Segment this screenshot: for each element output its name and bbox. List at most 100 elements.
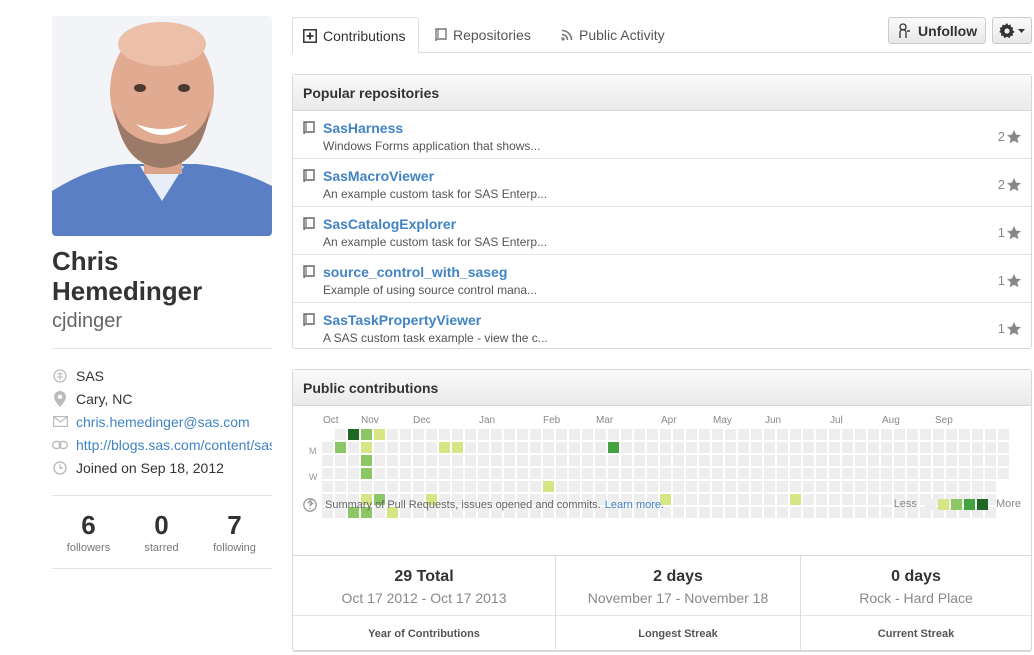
contribution-day-cell[interactable]: [894, 442, 905, 453]
contribution-day-cell[interactable]: [933, 468, 944, 479]
contribution-day-cell[interactable]: [634, 442, 645, 453]
contribution-day-cell[interactable]: [465, 455, 476, 466]
contribution-day-cell[interactable]: [335, 468, 346, 479]
contribution-day-cell[interactable]: [881, 455, 892, 466]
contribution-day-cell[interactable]: [972, 442, 983, 453]
contribution-day-cell[interactable]: [556, 429, 567, 440]
contribution-day-cell[interactable]: [361, 442, 372, 453]
help-icon[interactable]: [303, 498, 317, 512]
contribution-day-cell[interactable]: [764, 481, 775, 492]
contribution-day-cell[interactable]: [673, 429, 684, 440]
contribution-day-cell[interactable]: [920, 442, 931, 453]
tab-repositories[interactable]: Repositories: [435, 17, 531, 53]
contribution-day-cell[interactable]: [426, 429, 437, 440]
contribution-day-cell[interactable]: [569, 481, 580, 492]
learn-more-link[interactable]: Learn more.: [605, 499, 664, 511]
contribution-day-cell[interactable]: [348, 455, 359, 466]
contribution-day-cell[interactable]: [686, 455, 697, 466]
contribution-day-cell[interactable]: [829, 481, 840, 492]
contribution-day-cell[interactable]: [712, 442, 723, 453]
contribution-day-cell[interactable]: [816, 429, 827, 440]
contribution-day-cell[interactable]: [569, 442, 580, 453]
contribution-day-cell[interactable]: [894, 468, 905, 479]
contribution-day-cell[interactable]: [517, 468, 528, 479]
contribution-day-cell[interactable]: [426, 455, 437, 466]
repo-item[interactable]: SasCatalogExplorer An example custom tas…: [293, 207, 1031, 255]
contribution-day-cell[interactable]: [660, 455, 671, 466]
contribution-day-cell[interactable]: [517, 481, 528, 492]
contribution-day-cell[interactable]: [816, 455, 827, 466]
contribution-day-cell[interactable]: [946, 429, 957, 440]
contribution-day-cell[interactable]: [764, 468, 775, 479]
contribution-day-cell[interactable]: [959, 468, 970, 479]
contribution-day-cell[interactable]: [660, 481, 671, 492]
contribution-day-cell[interactable]: [660, 442, 671, 453]
email-link[interactable]: chris.hemedinger@sas.com: [76, 414, 250, 430]
contribution-day-cell[interactable]: [868, 442, 879, 453]
contribution-day-cell[interactable]: [491, 468, 502, 479]
contribution-day-cell[interactable]: [530, 442, 541, 453]
contribution-day-cell[interactable]: [595, 429, 606, 440]
contribution-day-cell[interactable]: [816, 442, 827, 453]
contribution-day-cell[interactable]: [556, 442, 567, 453]
contribution-day-cell[interactable]: [738, 442, 749, 453]
contribution-day-cell[interactable]: [686, 481, 697, 492]
contribution-day-cell[interactable]: [712, 455, 723, 466]
contribution-day-cell[interactable]: [634, 455, 645, 466]
contribution-day-cell[interactable]: [673, 468, 684, 479]
contribution-day-cell[interactable]: [738, 455, 749, 466]
contribution-day-cell[interactable]: [803, 429, 814, 440]
contribution-day-cell[interactable]: [842, 468, 853, 479]
contribution-day-cell[interactable]: [985, 429, 996, 440]
contribution-day-cell[interactable]: [920, 455, 931, 466]
contribution-day-cell[interactable]: [868, 455, 879, 466]
contribution-day-cell[interactable]: [569, 455, 580, 466]
contribution-day-cell[interactable]: [855, 442, 866, 453]
contribution-day-cell[interactable]: [582, 455, 593, 466]
contribution-day-cell[interactable]: [478, 429, 489, 440]
contribution-day-cell[interactable]: [413, 468, 424, 479]
contribution-day-cell[interactable]: [348, 442, 359, 453]
contribution-day-cell[interactable]: [374, 455, 385, 466]
contribution-day-cell[interactable]: [920, 468, 931, 479]
contribution-day-cell[interactable]: [621, 481, 632, 492]
contribution-day-cell[interactable]: [413, 455, 424, 466]
contribution-day-cell[interactable]: [972, 455, 983, 466]
contribution-day-cell[interactable]: [998, 455, 1009, 466]
contribution-day-cell[interactable]: [855, 429, 866, 440]
contribution-day-cell[interactable]: [621, 429, 632, 440]
contribution-day-cell[interactable]: [504, 429, 515, 440]
contribution-day-cell[interactable]: [478, 455, 489, 466]
contribution-day-cell[interactable]: [751, 429, 762, 440]
contribution-day-cell[interactable]: [829, 455, 840, 466]
contribution-day-cell[interactable]: [400, 429, 411, 440]
contribution-day-cell[interactable]: [634, 468, 645, 479]
contribution-day-cell[interactable]: [621, 468, 632, 479]
contribution-day-cell[interactable]: [907, 429, 918, 440]
contribution-day-cell[interactable]: [439, 429, 450, 440]
contribution-day-cell[interactable]: [842, 442, 853, 453]
contribution-day-cell[interactable]: [504, 442, 515, 453]
contribution-day-cell[interactable]: [751, 442, 762, 453]
contribution-day-cell[interactable]: [920, 429, 931, 440]
contribution-day-cell[interactable]: [374, 481, 385, 492]
contribution-day-cell[interactable]: [504, 481, 515, 492]
contribution-day-cell[interactable]: [569, 468, 580, 479]
contribution-day-cell[interactable]: [959, 481, 970, 492]
contribution-day-cell[interactable]: [582, 429, 593, 440]
contribution-day-cell[interactable]: [556, 481, 567, 492]
contribution-day-cell[interactable]: [985, 468, 996, 479]
contribution-day-cell[interactable]: [946, 481, 957, 492]
contribution-day-cell[interactable]: [842, 481, 853, 492]
contribution-day-cell[interactable]: [595, 455, 606, 466]
contribution-day-cell[interactable]: [959, 442, 970, 453]
contribution-day-cell[interactable]: [790, 442, 801, 453]
contribution-day-cell[interactable]: [712, 481, 723, 492]
contribution-day-cell[interactable]: [699, 442, 710, 453]
contribution-day-cell[interactable]: [647, 481, 658, 492]
contribution-day-cell[interactable]: [608, 442, 619, 453]
contribution-day-cell[interactable]: [608, 455, 619, 466]
contribution-day-cell[interactable]: [907, 442, 918, 453]
contribution-day-cell[interactable]: [348, 468, 359, 479]
tab-contributions[interactable]: Contributions: [292, 17, 419, 54]
